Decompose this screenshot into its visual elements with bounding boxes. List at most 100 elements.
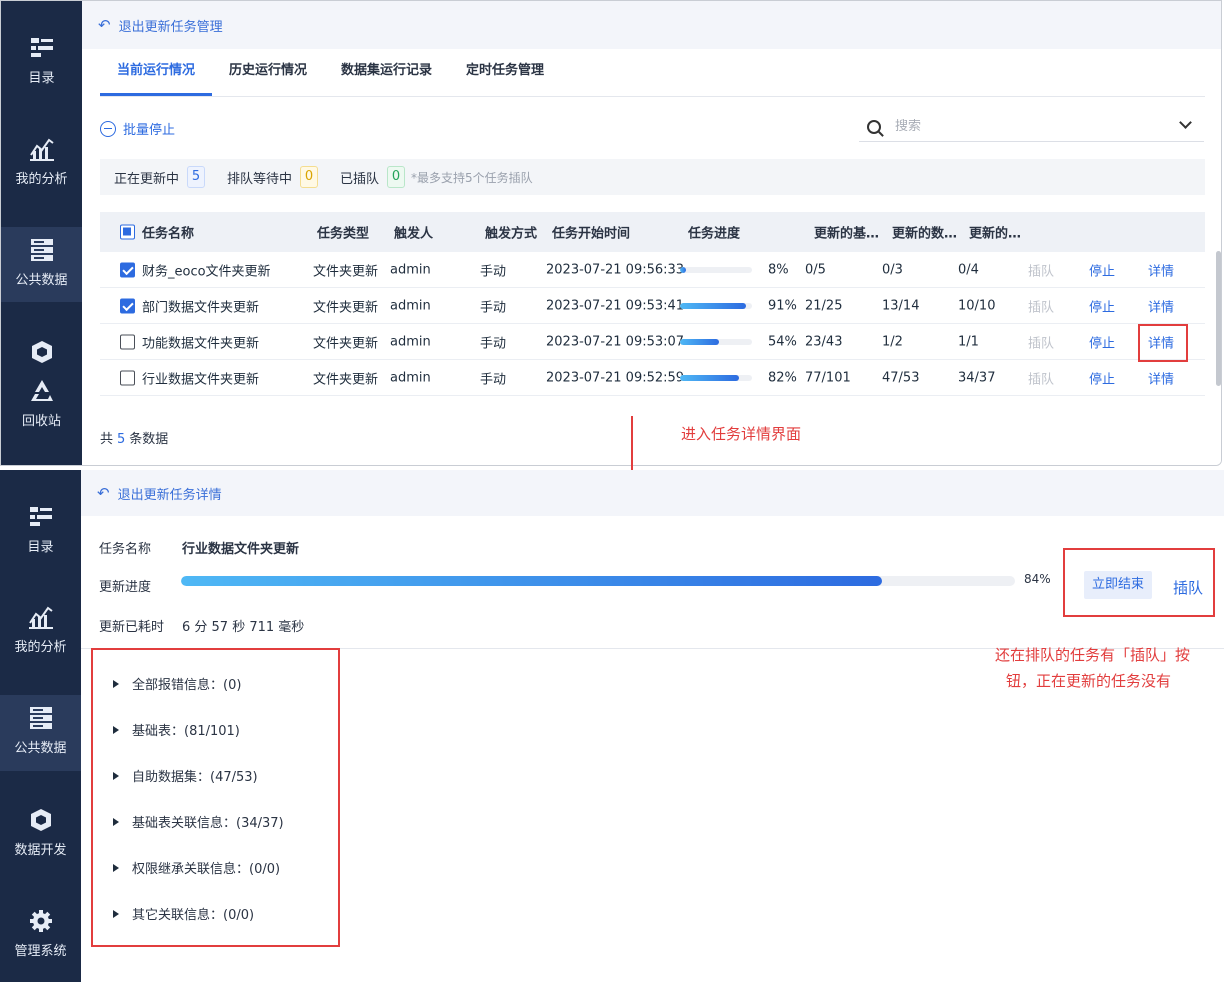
task-management-screenshot: 目录 我的分析 公共数据 回收站 ↶ 退出更新任务管理 当前运行情况 历史运行情… [0,0,1222,466]
sidebar-item-catalog[interactable]: 目录 [1,35,82,86]
other-cell: 10/10 [958,298,996,313]
other-cell: 34/37 [958,370,996,385]
datasets-cell: 13/14 [882,298,920,313]
sidebar-item-admin[interactable]: 管理系统 [0,908,81,959]
start-time-cell: 2023-07-21 09:53:41 [546,298,685,313]
task-name-value: 行业数据文件夹更新 [182,542,300,557]
sidebar-item-recycle[interactable]: 回收站 [1,378,82,429]
tab-current[interactable]: 当前运行情况 [100,49,213,96]
sidebar: 目录 我的分析 公共数据 回收站 [1,1,82,465]
search-box[interactable] [859,112,1204,142]
sidebar-item-label: 目录 [27,540,54,555]
sidebar-item-analysis[interactable]: 我的分析 [1,136,82,187]
task-type-cell: 文件夹更新 [313,300,379,315]
table-row[interactable]: 功能数据文件夹更新 文件夹更新 admin 手动 2023-07-21 09:53:07… [100,324,1205,360]
sidebar-item-data-dev[interactable] [1,339,82,365]
sidebar-item-public-data[interactable]: 公共数据 [1,227,82,302]
trigger-mode-cell: 手动 [480,264,507,279]
other-cell: 1/1 [958,334,979,349]
status-bar: 正在更新中 5 排队等待中 0 已插队 0 *最多支持5个任务插队 [100,159,1205,195]
update-progress-fill [181,576,882,586]
total-prefix: 共 [100,432,114,447]
sidebar-item-analysis[interactable]: 我的分析 [0,604,81,655]
tab-history[interactable]: 历史运行情况 [212,49,324,96]
trigger-mode-cell: 手动 [480,372,507,387]
task-detail-screenshot: 目录 我的分析 公共数据 数据开发 管理系统 ↶ 退出更新任务详情 任务名称 行… [0,470,1224,982]
catalog-icon [29,35,55,61]
stop-link[interactable]: 停止 [1089,296,1115,315]
row-progress-fill [680,266,686,273]
update-progress-bar [181,576,1015,586]
sidebar-item-label: 数据开发 [14,843,67,858]
sidebar-item-data-dev[interactable]: 数据开发 [0,807,81,858]
updating-count-badge: 5 [187,166,206,188]
insert-queue-link[interactable]: 插队 [1028,332,1054,351]
sidebar-item-label: 目录 [28,71,55,86]
insert-queue-link[interactable]: 插队 [1028,296,1054,315]
annotation-queue-line2: 钮，正在更新的任务没有 [1006,672,1172,690]
cube-icon [28,807,54,833]
trigger-mode-cell: 手动 [480,336,507,351]
stop-link[interactable]: 停止 [1089,368,1115,387]
progress-percent-cell: 82% [768,370,797,385]
detail-link[interactable]: 详情 [1148,296,1174,315]
sidebar-item-public-data[interactable]: 公共数据 [0,695,81,771]
elapsed-label: 更新已耗时 [99,620,165,635]
trigger-user-cell: admin [390,370,431,385]
trigger-user-cell: admin [390,262,431,277]
row-progress-bar [680,338,752,345]
tab-dataset-log[interactable]: 数据集运行记录 [324,49,449,96]
row-checkbox[interactable] [120,262,135,277]
insert-queue-link[interactable]: 插队 [1028,368,1054,387]
total-count: 共 5 条数据 [100,428,168,447]
search-icon [867,119,881,134]
start-time-cell: 2023-07-21 09:56:33 [546,262,685,277]
row-progress-fill [680,338,719,345]
back-bar[interactable]: ↶ 退出更新任务详情 [81,470,1224,516]
queued-count-badge: 0 [300,166,319,188]
row-progress-bar [680,302,752,309]
annotation-enter-detail: 进入任务详情界面 [681,425,802,443]
inserted-count-badge: 0 [387,166,406,188]
search-input[interactable] [895,119,1155,134]
batch-stop-button[interactable]: 批量停止 [100,119,175,138]
col-progress: 任务进度 [688,226,741,242]
back-link[interactable]: 退出更新任务详情 [118,484,222,503]
tab-scheduled[interactable]: 定时任务管理 [449,49,561,96]
sidebar-item-label: 公共数据 [14,741,67,756]
col-task-type: 任务类型 [317,226,370,242]
chevron-down-icon[interactable] [1179,116,1192,129]
stop-link[interactable]: 停止 [1089,260,1115,279]
row-progress-bar [680,266,752,273]
task-type-cell: 文件夹更新 [313,372,379,387]
back-bar[interactable]: ↶ 退出更新任务管理 [82,1,1221,49]
row-progress-fill [680,374,740,381]
back-link[interactable]: 退出更新任务管理 [119,16,223,35]
inserted-label: 已插队 [340,171,380,187]
table-scrollbar[interactable] [1216,251,1221,386]
table-row[interactable]: 财务_eoco文件夹更新 文件夹更新 admin 手动 2023-07-21 09:56… [100,252,1205,288]
base-tables-cell: 0/5 [805,262,826,277]
base-tables-cell: 23/43 [805,334,843,349]
insert-queue-link[interactable]: 插队 [1028,260,1054,279]
stop-link[interactable]: 停止 [1089,332,1115,351]
tab-bar: 当前运行情况 历史运行情况 数据集运行记录 定时任务管理 [100,49,1205,97]
datasets-cell: 1/2 [882,334,903,349]
sidebar-item-catalog[interactable]: 目录 [0,504,81,555]
task-name-cell: 行业数据文件夹更新 [142,372,260,387]
row-checkbox[interactable] [120,370,135,385]
row-checkbox[interactable] [120,334,135,349]
table-row[interactable]: 行业数据文件夹更新 文件夹更新 admin 手动 2023-07-21 09:52:59… [100,360,1205,396]
row-checkbox[interactable] [120,298,135,313]
detail-link[interactable]: 详情 [1148,368,1174,387]
table-row[interactable]: 部门数据文件夹更新 文件夹更新 admin 手动 2023-07-21 09:53:41… [100,288,1205,324]
task-table: 任务名称 任务类型 触发人 触发方式 任务开始时间 任务进度 更新的基… 更新的… [100,212,1205,408]
base-tables-cell: 77/101 [805,370,851,385]
row-progress-fill [680,302,746,309]
start-time-cell: 2023-07-21 09:53:07 [546,334,685,349]
select-all-checkbox[interactable] [120,224,135,240]
detail-link[interactable]: 详情 [1148,260,1174,279]
catalog-icon [28,504,54,530]
progress-percent-cell: 8% [768,262,789,277]
sidebar-item-label: 公共数据 [15,273,68,288]
